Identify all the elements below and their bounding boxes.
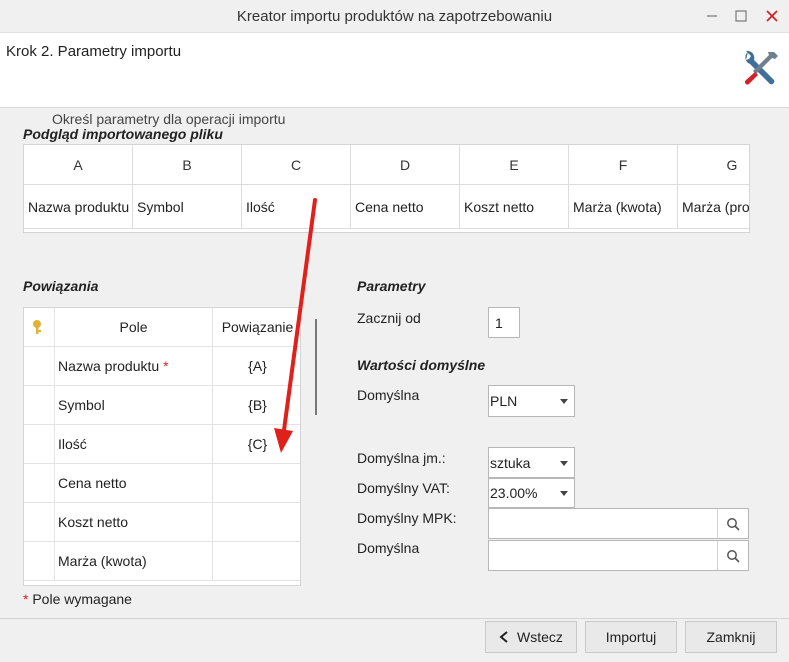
vat-label: Domyślny VAT: xyxy=(357,480,450,496)
key-icon xyxy=(33,320,41,334)
field-name: Cena netto xyxy=(55,464,213,502)
preview-title: Podgląd importowanego pliku xyxy=(23,126,223,142)
preview-cell: Symbol xyxy=(133,185,242,229)
import-button[interactable]: Importuj xyxy=(585,621,677,653)
field-name: Nazwa produktu xyxy=(58,358,160,374)
preview-col-header: G xyxy=(678,145,749,185)
link-value[interactable] xyxy=(213,542,300,580)
table-row[interactable]: Symbol {B} xyxy=(24,386,300,425)
params-title: Parametry xyxy=(357,278,426,294)
field-name: Marża (kwota) xyxy=(55,542,213,580)
link-column-header[interactable]: Powiązanie xyxy=(213,308,300,346)
preview-col-header: F xyxy=(569,145,678,185)
minimize-button[interactable] xyxy=(700,5,724,27)
tools-icon xyxy=(745,50,778,85)
chevron-left-icon xyxy=(499,631,508,643)
mpk-search-button[interactable] xyxy=(717,509,748,538)
step-title: Krok 2. Parametry importu xyxy=(6,43,182,60)
back-button[interactable]: Wstecz xyxy=(485,621,577,653)
preview-col-header: D xyxy=(351,145,460,185)
maximize-button[interactable] xyxy=(729,5,753,27)
links-header-row: Pole Powiązanie xyxy=(24,308,300,347)
preview-col-header: A xyxy=(24,145,133,185)
footer-divider xyxy=(0,618,789,619)
search-icon xyxy=(727,517,740,531)
table-row[interactable]: Nazwa produktu * {A} xyxy=(24,347,300,386)
preview-table: A B C D E F G Nazwa produktu Symbol Iloś… xyxy=(23,144,750,233)
preview-cell: Marża (kwota) xyxy=(569,185,678,229)
key-column-header xyxy=(24,308,55,346)
preview-col-header: C xyxy=(242,145,351,185)
link-value[interactable]: {C} xyxy=(213,425,300,463)
preview-cell: Marża (pro xyxy=(678,185,749,229)
currency-label: Domyślna xyxy=(357,387,420,403)
table-row[interactable]: Marża (kwota) xyxy=(24,542,300,581)
unit-select[interactable]: sztuka xyxy=(488,447,575,478)
last-default-field[interactable] xyxy=(488,540,749,571)
link-value[interactable]: {B} xyxy=(213,386,300,424)
links-table[interactable]: Pole Powiązanie Nazwa produktu * {A} Sym… xyxy=(23,307,301,586)
last-default-search-button[interactable] xyxy=(717,541,748,570)
start-row-input[interactable]: 1 xyxy=(488,307,520,338)
maximize-icon xyxy=(735,10,747,22)
field-name: Symbol xyxy=(55,386,213,424)
table-row[interactable]: Ilość {C} xyxy=(24,425,300,464)
link-value[interactable] xyxy=(213,464,300,502)
currency-select[interactable]: PLN xyxy=(488,385,575,417)
chevron-down-icon xyxy=(560,399,568,404)
subtitle: Określ parametry dla operacji importu xyxy=(52,111,286,127)
close-button[interactable]: Zamknij xyxy=(685,621,777,653)
close-icon xyxy=(766,10,778,22)
preview-cell: Cena netto xyxy=(351,185,460,229)
preview-cell: Nazwa produktu xyxy=(24,185,133,229)
minimize-icon xyxy=(707,15,717,17)
window-title: Kreator importu produktów na zapotrzebow… xyxy=(236,8,553,25)
currency-value: PLN xyxy=(490,393,518,409)
unit-label: Domyślna jm.: xyxy=(357,450,446,466)
unit-value: sztuka xyxy=(490,454,531,471)
preview-cell: Ilość xyxy=(242,185,351,229)
required-marker: * xyxy=(163,358,169,374)
preview-header-row: A B C D E F G xyxy=(24,145,749,185)
chevron-down-icon xyxy=(560,491,568,496)
preview-col-header: B xyxy=(133,145,242,185)
start-label: Zacznij od xyxy=(357,310,421,326)
defaults-title: Wartości domyślne xyxy=(357,357,486,373)
preview-cell: Koszt netto xyxy=(460,185,569,229)
mpk-label: Domyślny MPK: xyxy=(357,510,457,526)
vat-select[interactable]: 23.00% xyxy=(488,478,575,508)
wizard-header: Krok 2. Parametry importu xyxy=(0,33,789,108)
vertical-scrollbar[interactable] xyxy=(315,319,317,415)
vat-value: 23.00% xyxy=(490,485,538,501)
field-name: Ilość xyxy=(55,425,213,463)
last-default-label: Domyślna xyxy=(357,540,420,556)
table-row[interactable]: Koszt netto xyxy=(24,503,300,542)
link-value[interactable]: {A} xyxy=(213,347,300,385)
chevron-down-icon xyxy=(560,460,568,466)
close-window-button[interactable] xyxy=(760,5,784,27)
preview-col-header: E xyxy=(460,145,569,185)
table-row[interactable]: Cena netto xyxy=(24,464,300,503)
mpk-field[interactable] xyxy=(488,508,749,539)
title-bar: Kreator importu produktów na zapotrzebow… xyxy=(0,0,789,33)
field-name: Koszt netto xyxy=(55,503,213,541)
links-title: Powiązania xyxy=(23,278,99,294)
search-icon xyxy=(727,549,740,563)
required-note: * Pole wymagane xyxy=(23,591,132,607)
link-value[interactable] xyxy=(213,503,300,541)
preview-data-row: Nazwa produktu Symbol Ilość Cena netto K… xyxy=(24,185,749,229)
field-column-header[interactable]: Pole xyxy=(55,308,213,346)
